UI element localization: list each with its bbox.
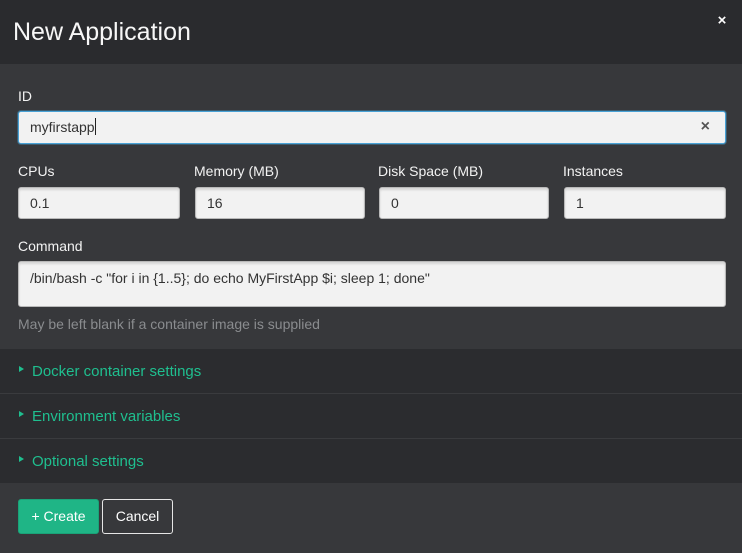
instances-label: Instances — [563, 163, 623, 179]
id-input[interactable]: myfirstapp × — [18, 111, 726, 144]
dialog-footer: + Create Cancel — [0, 483, 742, 553]
id-label: ID — [18, 88, 32, 104]
id-input-value: myfirstapp — [30, 119, 95, 135]
command-textarea[interactable]: /bin/bash -c "for i in {1..5}; do echo M… — [18, 261, 726, 307]
dialog-header: New Application × — [0, 0, 742, 64]
dialog-title: New Application — [13, 18, 191, 46]
create-button[interactable]: + Create — [18, 499, 99, 534]
triangle-right-icon — [19, 411, 24, 417]
application-form: ID myfirstapp × CPUs 0.1 Memory (MB) 16 … — [0, 64, 742, 349]
disk-space-label: Disk Space (MB) — [378, 163, 484, 179]
instances-input[interactable]: 1 — [564, 187, 726, 219]
section-environment-variables[interactable]: Environment variables — [0, 394, 742, 439]
memory-input[interactable]: 16 — [195, 187, 365, 219]
memory-label: Memory (MB) — [194, 163, 279, 179]
cancel-button[interactable]: Cancel — [102, 499, 173, 534]
cpus-input[interactable]: 0.1 — [18, 187, 180, 219]
section-docker-container-settings[interactable]: Docker container settings — [0, 349, 742, 394]
close-icon[interactable]: × — [714, 12, 730, 30]
text-caret — [94, 118, 96, 135]
command-help-text: May be left blank if a container image i… — [18, 316, 320, 332]
section-label: Environment variables — [32, 408, 181, 425]
disk-space-input[interactable]: 0 — [379, 187, 549, 219]
command-label: Command — [18, 238, 83, 254]
clear-input-icon[interactable]: × — [701, 112, 710, 142]
cpus-label: CPUs — [18, 163, 55, 179]
triangle-right-icon — [19, 366, 24, 372]
section-label: Docker container settings — [32, 363, 202, 380]
section-optional-settings[interactable]: Optional settings — [0, 439, 742, 483]
section-label: Optional settings — [32, 453, 144, 470]
triangle-right-icon — [19, 456, 24, 462]
